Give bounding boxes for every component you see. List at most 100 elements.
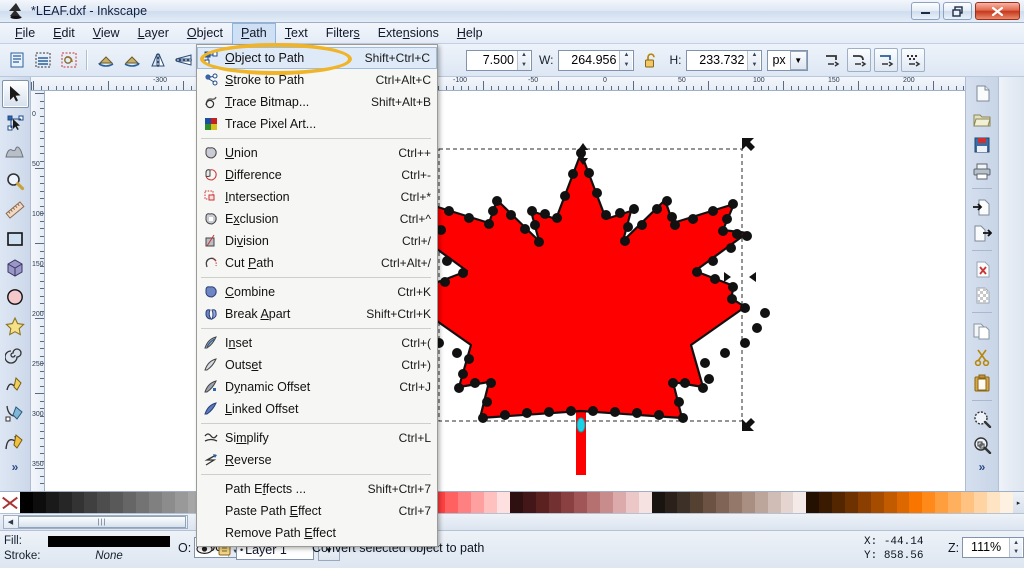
duplicate-button[interactable] (969, 318, 995, 343)
x-coordinate-field[interactable]: 7.500 ▲ ▼ (466, 49, 532, 71)
palette-swatch[interactable] (857, 492, 871, 514)
menu-item-trace-bitmap[interactable]: Trace Bitmap... Shift+Alt+B (197, 91, 437, 113)
palette-swatch[interactable] (600, 492, 613, 514)
flip-vertical-icon[interactable] (171, 48, 196, 73)
palette-swatch[interactable] (84, 492, 98, 514)
palette-swatch[interactable] (20, 492, 33, 514)
affect-stroke-width-icon[interactable] (820, 48, 844, 72)
menu-item-linked-offset[interactable]: Linked Offset (197, 398, 437, 420)
palette-swatch[interactable] (45, 492, 59, 514)
x-spinner-arrows[interactable]: ▲ ▼ (517, 50, 530, 70)
palette-swatch[interactable] (909, 492, 923, 514)
cut-button[interactable] (969, 344, 995, 369)
menu-item-object-to-path[interactable]: Object to Path Shift+Ctrl+C (197, 47, 437, 69)
menu-item-dynamic-offset[interactable]: Dynamic Offset Ctrl+J (197, 376, 437, 398)
chevron-down-icon[interactable]: ▼ (789, 50, 807, 70)
palette-swatch[interactable] (664, 492, 678, 514)
unit-selector[interactable]: px ▼ (767, 49, 808, 71)
palette-swatch[interactable] (832, 492, 845, 514)
menu-view[interactable]: View (84, 24, 129, 43)
flip-horizontal-icon[interactable] (145, 48, 170, 73)
color-palette[interactable]: ▸ (0, 491, 1024, 514)
palette-swatch[interactable] (935, 492, 949, 514)
zoom-tool[interactable] (2, 167, 29, 195)
menu-edit[interactable]: Edit (44, 24, 84, 43)
menu-item-difference[interactable]: Difference Ctrl+- (197, 164, 437, 186)
node-tool[interactable] (2, 109, 29, 137)
palette-swatch[interactable] (870, 492, 884, 514)
vertical-ruler[interactable]: 0 50 100 150 200 250 300 350 (31, 91, 45, 491)
export-button[interactable] (969, 220, 995, 245)
menu-item-break-apart[interactable]: Break Apart Shift+Ctrl+K (197, 303, 437, 325)
width-spinner-arrows[interactable]: ▲ ▼ (619, 50, 633, 70)
palette-swatch[interactable] (690, 492, 704, 514)
palette-swatch[interactable] (819, 492, 833, 514)
box3d-tool[interactable] (2, 254, 29, 282)
rectangle-tool[interactable] (2, 225, 29, 253)
palette-swatch[interactable] (999, 492, 1013, 514)
menu-item-path-effects[interactable]: Path Effects ... Shift+Ctrl+7 (197, 478, 437, 500)
palette-swatch[interactable] (922, 492, 936, 514)
palette-swatch[interactable] (561, 492, 575, 514)
palette-swatch[interactable] (509, 492, 523, 514)
dock-overflow-icon[interactable]: » (979, 460, 986, 474)
palette-swatch[interactable] (136, 492, 149, 514)
palette-swatch[interactable] (496, 492, 510, 514)
zoom-selection-button[interactable] (969, 406, 995, 431)
rotate-cw-icon[interactable] (119, 48, 144, 73)
palette-swatch[interactable] (845, 492, 858, 514)
minimize-button[interactable] (911, 2, 940, 20)
menu-item-remove-path-effect[interactable]: Remove Path Effect (197, 522, 437, 544)
star-tool[interactable] (2, 312, 29, 340)
palette-swatch[interactable] (174, 492, 188, 514)
transparency-button[interactable] (969, 282, 995, 307)
height-input[interactable] (687, 50, 748, 70)
palette-swatch[interactable] (587, 492, 601, 514)
menu-path[interactable]: Path (232, 22, 276, 44)
affect-gradients-icon[interactable] (873, 48, 898, 72)
lock-open-icon[interactable] (638, 48, 663, 73)
import-button[interactable] (969, 194, 995, 219)
palette-swatch[interactable] (445, 492, 459, 514)
selector-tool[interactable] (1, 80, 29, 108)
drawing-canvas[interactable] (45, 91, 965, 491)
menu-text[interactable]: Text (276, 24, 317, 43)
bezier-tool[interactable] (2, 399, 29, 427)
select-all-layers-icon[interactable] (30, 48, 55, 73)
palette-swatch[interactable] (638, 492, 652, 514)
palette-swatch[interactable] (612, 492, 626, 514)
vertical-scrollbar[interactable] (998, 77, 1024, 491)
zoom-drawing-button[interactable] (969, 432, 995, 457)
fill-indicator[interactable]: Fill: (4, 535, 170, 547)
menu-item-simplify[interactable]: Simplify Ctrl+L (197, 427, 437, 449)
palette-swatch[interactable] (716, 492, 729, 514)
palette-swatch[interactable] (458, 492, 472, 514)
palette-swatch[interactable] (883, 492, 897, 514)
palette-swatch[interactable] (703, 492, 717, 514)
scroll-thumb[interactable]: ||| (18, 516, 186, 528)
menu-item-reverse[interactable]: Reverse (197, 449, 437, 471)
spiral-tool[interactable] (2, 341, 29, 369)
deselect-icon[interactable] (56, 48, 81, 73)
palette-swatch[interactable] (123, 492, 137, 514)
palette-swatch[interactable] (148, 492, 162, 514)
palette-swatch[interactable] (767, 492, 781, 514)
palette-swatch[interactable] (58, 492, 72, 514)
print-document-button[interactable] (969, 158, 995, 183)
palette-swatch[interactable] (986, 492, 1000, 514)
menu-object[interactable]: Object (178, 24, 232, 43)
palette-swatch[interactable] (961, 492, 974, 514)
palette-scroll-arrow[interactable]: ▸ (1013, 492, 1024, 514)
palette-swatch[interactable] (161, 492, 175, 514)
width-field[interactable]: ▲▼ (558, 49, 635, 71)
palette-swatch[interactable] (535, 492, 549, 514)
palette-swatches[interactable] (20, 492, 1013, 514)
close-button[interactable] (975, 2, 1020, 20)
palette-swatch[interactable] (574, 492, 588, 514)
menu-file[interactable]: FFileile (6, 24, 44, 43)
menu-item-union[interactable]: Union Ctrl++ (197, 142, 437, 164)
menu-item-outset[interactable]: Outset Ctrl+) (197, 354, 437, 376)
palette-swatch[interactable] (471, 492, 485, 514)
menu-item-combine[interactable]: Combine Ctrl+K (197, 281, 437, 303)
menu-item-division[interactable]: Division Ctrl+/ (197, 230, 437, 252)
